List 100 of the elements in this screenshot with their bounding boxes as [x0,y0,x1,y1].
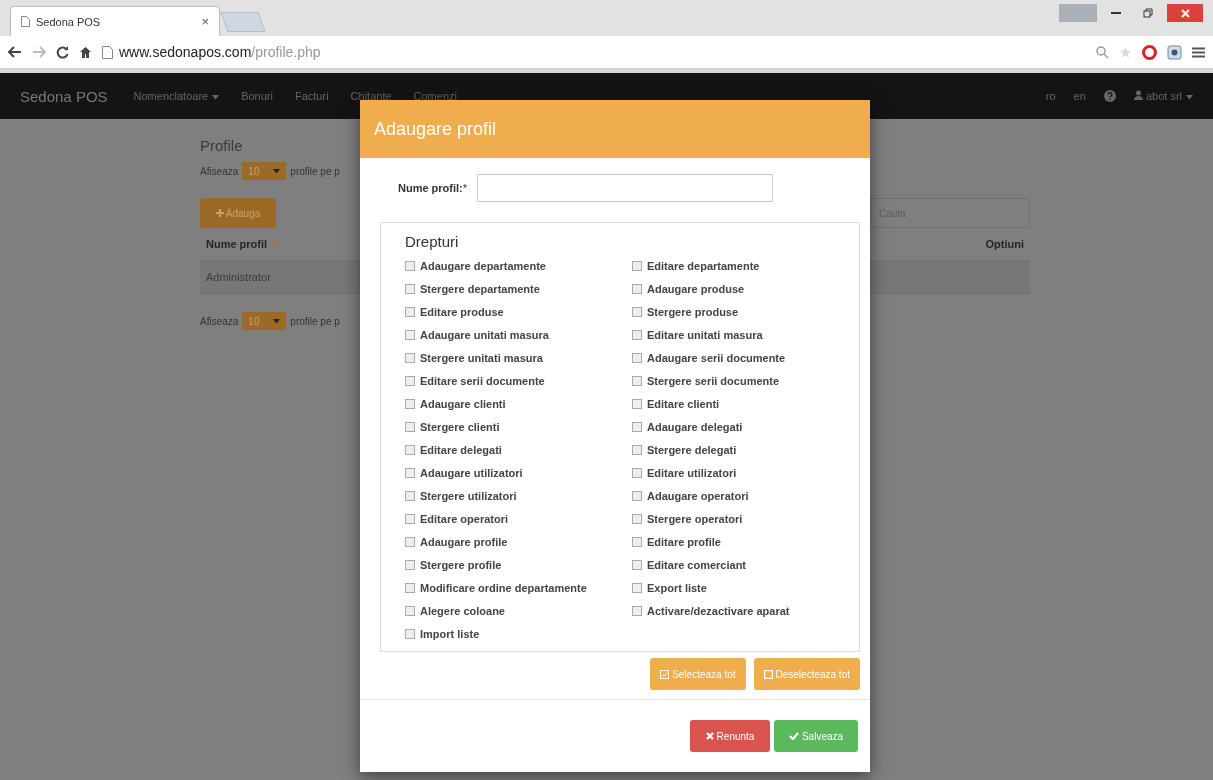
close-button[interactable] [1167,4,1203,22]
page-size-select[interactable]: 10 [242,312,287,330]
user-menu[interactable]: abot srl [1133,90,1193,102]
save-button[interactable]: Salveaza [774,720,858,752]
checkbox[interactable] [632,306,642,317]
show-label: profile pe p [290,315,340,327]
language-link[interactable]: en [1073,90,1086,102]
nav-link[interactable]: Chitante [350,90,392,102]
checkbox[interactable] [405,421,415,432]
section-title: Drepturi [405,233,460,250]
show-label: Afiseaza [200,315,239,327]
checkbox[interactable] [632,467,642,478]
checkbox[interactable] [405,467,415,478]
checkbox[interactable] [632,605,642,616]
checkbox[interactable] [405,398,415,409]
field-label: Nume profil:* [398,182,468,194]
checkbox-label: Modificare ordine departamente [420,581,587,594]
checkbox-label: Export liste [647,581,707,594]
checkbox-label: Stergere profile [420,558,502,571]
tab-title: Sedona POS [36,15,102,28]
checkbox[interactable] [632,536,642,547]
checkbox-label: Editare delegati [420,443,502,456]
star-icon[interactable] [1119,45,1132,59]
close-icon [1180,8,1190,18]
zoom-icon[interactable] [1096,45,1109,59]
checkbox[interactable] [405,513,415,524]
checkbox-label: Editare profile [647,535,721,548]
nav-link[interactable]: Comenzi [413,90,457,102]
checkbox[interactable] [405,375,415,386]
checkbox-label: Stergere operatori [647,512,743,525]
checkbox[interactable] [405,536,415,547]
cancel-button[interactable]: Renunta [690,720,770,752]
column-header: Optiuni [985,238,1024,250]
checkbox-label: Adaugare clienti [420,397,506,410]
empty-box-icon [763,669,773,679]
checkbox[interactable] [405,444,415,455]
checkbox[interactable] [632,582,642,593]
checkbox-label: Adaugare utilizatori [420,466,523,479]
checkbox-label: Stergere utilizatori [420,489,517,502]
checkbox[interactable] [632,283,642,294]
checkbox-label: Editare serii documente [420,374,545,387]
forward-arrow-icon[interactable] [32,46,46,58]
caret-icon [273,168,281,174]
profile-name-input[interactable] [477,174,774,202]
checkbox[interactable] [405,490,415,501]
checkbox-label: Editare produse [420,305,504,318]
checkbox[interactable] [405,559,415,570]
home-icon[interactable] [79,45,92,59]
column-header[interactable]: Nume profil [206,238,279,250]
checkbox[interactable] [632,421,642,432]
checkbox[interactable] [632,444,642,455]
page-size-select[interactable]: 10 [242,162,287,180]
checkbox[interactable] [632,559,642,570]
new-tab-button[interactable] [220,12,266,32]
menu-icon[interactable] [1192,46,1205,58]
checkbox[interactable] [632,375,642,386]
reload-icon[interactable] [56,45,69,59]
checkbox-label: Editare operatori [420,512,509,525]
checkbox[interactable] [632,398,642,409]
checkbox-label: Editare comerciant [647,558,747,571]
caret-icon [271,243,279,248]
checkbox-label: Stergere departamente [420,282,540,295]
nav-link[interactable]: Nomenclatoare [133,90,220,102]
browser-tab[interactable]: Sedona POS × [10,6,220,36]
opera-icon[interactable] [1142,44,1157,60]
deselect-all-button[interactable]: Deselecteaza tot [753,658,860,690]
select-all-button[interactable]: Selecteaza tot [650,658,746,690]
brand-link[interactable]: Sedona POS [20,87,108,105]
help-icon[interactable] [1103,90,1116,102]
language-link[interactable]: ro [1045,90,1056,102]
checkbox-label: Editare departamente [647,259,760,272]
checkbox-label: Activare/dezactivare aparat [647,604,790,617]
extension-icon[interactable] [1167,44,1182,60]
nav-link[interactable]: Bonuri [241,90,273,102]
show-label: profile pe p [290,165,340,177]
checkbox[interactable] [405,329,415,340]
checkbox[interactable] [405,352,415,363]
x-icon [705,732,714,740]
add-button[interactable]: Adauga [200,198,276,228]
show-label: Afiseaza [200,165,239,177]
caret-icon [212,95,220,100]
checkbox[interactable] [632,490,642,501]
checkbox[interactable] [405,283,415,294]
checkbox[interactable] [632,329,642,340]
checkbox[interactable] [632,352,642,363]
back-arrow-icon[interactable] [8,46,22,58]
checkbox[interactable] [632,513,642,524]
checkbox-label: Editare clienti [647,397,720,410]
nav-link[interactable]: Facturi [294,90,329,102]
checkbox[interactable] [632,260,642,271]
checkbox[interactable] [405,306,415,317]
checkbox[interactable] [405,628,415,639]
tab-close-button[interactable]: × [201,14,209,29]
checkbox-label: Editare utilizatori [647,466,737,479]
caret-icon [1186,95,1193,100]
checkbox[interactable] [405,605,415,616]
checkbox[interactable] [405,582,415,593]
url-text[interactable]: www.sedonapos.com/profile.php [119,44,321,60]
page-title: Profile [200,137,244,154]
checkbox[interactable] [405,260,415,271]
